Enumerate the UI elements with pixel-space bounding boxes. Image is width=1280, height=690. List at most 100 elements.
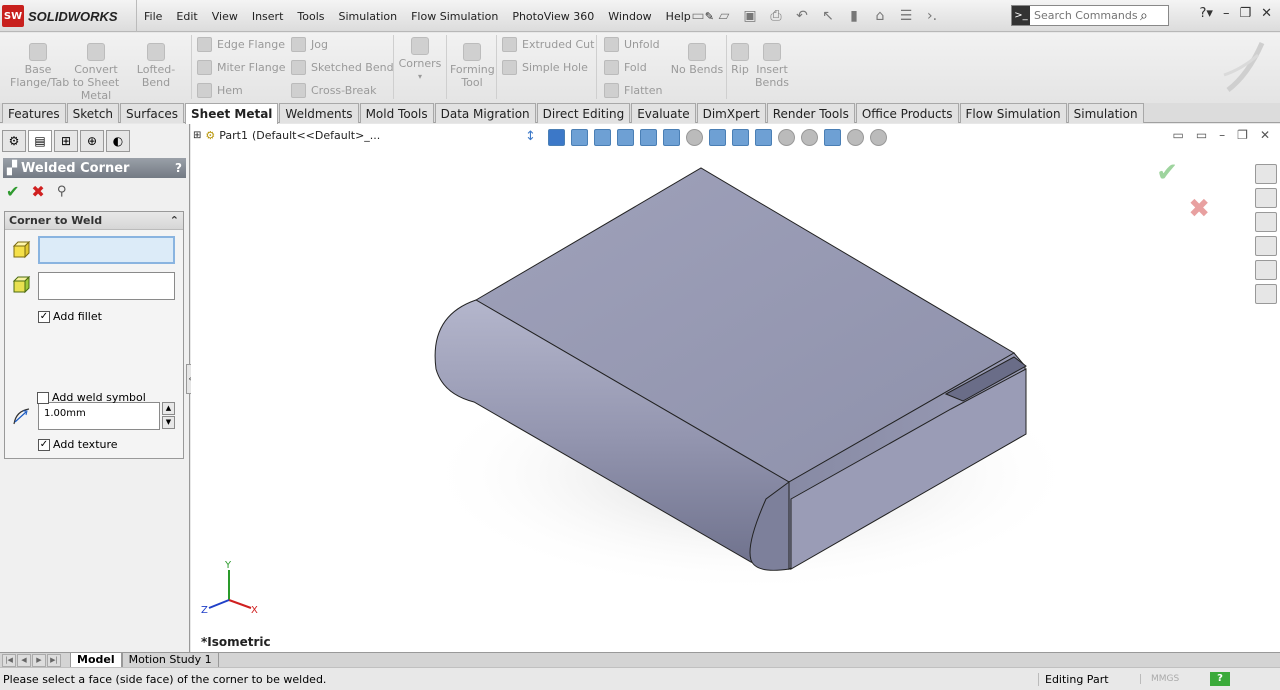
sketched-bend-button[interactable]: Sketched Bend — [291, 60, 394, 75]
fillet-radius-input[interactable]: 1.00mm — [38, 402, 160, 430]
menu-file[interactable]: File — [137, 10, 169, 23]
unfold-button[interactable]: Unfold — [604, 37, 660, 52]
feature-manager-tab-icon[interactable]: ⚙ — [2, 130, 26, 152]
terminal-icon[interactable]: >_ — [1012, 6, 1030, 25]
unit-system[interactable]: MMGS — [1140, 674, 1210, 684]
menu-items: File Edit View Insert Tools Simulation F… — [136, 0, 721, 32]
jog-button[interactable]: Jog — [291, 37, 328, 52]
miter-flange-button[interactable]: Miter Flange — [197, 60, 286, 75]
minimize-icon[interactable]: – — [1223, 6, 1230, 21]
corners-button[interactable]: Corners ▾ — [398, 37, 442, 83]
tab-dimxpert[interactable]: DimXpert — [696, 103, 766, 123]
corner-face-selection-box[interactable] — [38, 236, 175, 264]
no-bends-button[interactable]: No Bends — [670, 43, 724, 76]
tab-evaluate[interactable]: Evaluate — [631, 103, 696, 123]
corners-icon — [411, 37, 429, 55]
collapse-icon[interactable]: ⌃ — [170, 214, 179, 227]
tab-surfaces[interactable]: Surfaces — [120, 103, 185, 123]
forming-tool-button[interactable]: Forming Tool — [450, 43, 495, 89]
first-tab-icon[interactable]: |◀ — [2, 653, 16, 667]
fold-button[interactable]: Fold — [604, 60, 647, 75]
tab-sketch[interactable]: Sketch — [66, 103, 120, 123]
tab-data-migration[interactable]: Data Migration — [434, 103, 536, 123]
spin-down-icon[interactable]: ▼ — [162, 416, 175, 429]
menu-photoview[interactable]: PhotoView 360 — [505, 10, 601, 23]
ok-icon[interactable]: ✔ — [6, 182, 19, 201]
stop-face-selection-box[interactable] — [38, 272, 175, 300]
cancel-icon[interactable]: ✖ — [31, 182, 44, 201]
corners-dropdown-icon[interactable]: ▾ — [398, 70, 442, 83]
add-texture-check[interactable]: ✓ — [38, 438, 50, 451]
extruded-cut-button[interactable]: Extruded Cut — [502, 37, 594, 52]
cross-break-button[interactable]: Cross-Break — [291, 83, 376, 98]
tab-office-products[interactable]: Office Products — [855, 103, 959, 123]
lofted-bend-button[interactable]: Lofted-Bend — [124, 43, 188, 89]
add-weld-symbol-check[interactable] — [37, 391, 49, 404]
file-properties-icon[interactable]: ⌂ — [870, 6, 890, 26]
new-document-icon[interactable]: ▭ — [688, 6, 708, 26]
add-weld-symbol-checkbox[interactable]: Add weld symbol — [37, 391, 146, 404]
solidworks-logo[interactable]: SW SOLIDWORKS — [2, 4, 130, 28]
dimxpert-manager-tab-icon[interactable]: ⊕ — [80, 130, 104, 152]
tab-direct-editing[interactable]: Direct Editing — [536, 103, 631, 123]
select-icon[interactable]: ↖ — [818, 6, 838, 26]
graphics-area[interactable]: ⊞ ⚙ Part1 (Default<<Default>_... ↕ ▭ ▭ –… — [191, 124, 1280, 652]
pushpin-icon[interactable]: ⚲ — [57, 184, 67, 199]
tab-flow-simulation[interactable]: Flow Simulation — [959, 103, 1067, 123]
undo-icon[interactable]: ↶ — [792, 6, 812, 26]
base-flange-button[interactable]: Base Flange/Tab — [10, 43, 69, 89]
quick-access-toolbar: ▭ ▱ ▣ ⎙ ↶ ↖ ▮ ⌂ ☰ ›. — [688, 6, 942, 26]
menu-view[interactable]: View — [205, 10, 245, 23]
search-icon[interactable]: ⌕ — [1140, 8, 1148, 24]
menu-flow-simulation[interactable]: Flow Simulation — [404, 10, 505, 23]
sheet-metal-part-model[interactable] — [191, 124, 1280, 652]
unfold-label: Unfold — [624, 38, 660, 51]
add-fillet-checkbox[interactable]: ✓ Add fillet — [38, 310, 102, 323]
more-icon[interactable]: ›. — [922, 6, 942, 26]
manager-tabs: ⚙ ▤ ⊞ ⊕ ◐ — [0, 124, 189, 154]
tab-render-tools[interactable]: Render Tools — [766, 103, 855, 123]
tab-simulation[interactable]: Simulation — [1067, 103, 1144, 123]
spin-up-icon[interactable]: ▲ — [162, 402, 175, 415]
add-fillet-check[interactable]: ✓ — [38, 310, 50, 323]
menu-window[interactable]: Window — [601, 10, 658, 23]
tab-features[interactable]: Features — [2, 103, 66, 123]
group-header[interactable]: Corner to Weld ⌃ — [5, 212, 183, 230]
help-icon[interactable]: ?▾ — [1200, 6, 1213, 21]
help-button[interactable]: ? — [175, 161, 182, 175]
quick-tips-help-icon[interactable]: ? — [1210, 672, 1230, 686]
menu-edit[interactable]: Edit — [169, 10, 204, 23]
tab-model[interactable]: Model — [70, 652, 122, 668]
next-tab-icon[interactable]: ▶ — [32, 653, 46, 667]
options-icon[interactable]: ☰ — [896, 6, 916, 26]
save-icon[interactable]: ▣ — [740, 6, 760, 26]
last-tab-icon[interactable]: ▶| — [47, 653, 61, 667]
configuration-manager-tab-icon[interactable]: ⊞ — [54, 130, 78, 152]
edge-flange-button[interactable]: Edge Flange — [197, 37, 285, 52]
menu-insert[interactable]: Insert — [245, 10, 291, 23]
property-manager-tab-icon[interactable]: ▤ — [28, 130, 52, 152]
tab-motion-study-1[interactable]: Motion Study 1 — [121, 652, 219, 668]
convert-to-sheet-metal-button[interactable]: Convert to Sheet Metal — [70, 43, 122, 102]
tab-mold-tools[interactable]: Mold Tools — [359, 103, 434, 123]
close-icon[interactable]: ✕ — [1261, 6, 1272, 21]
tab-sheet-metal[interactable]: Sheet Metal — [185, 103, 279, 124]
hem-button[interactable]: Hem — [197, 83, 243, 98]
rip-label: Rip — [731, 63, 749, 76]
simple-hole-button[interactable]: Simple Hole — [502, 60, 588, 75]
insert-bends-button[interactable]: Insert Bends — [754, 43, 790, 89]
open-icon[interactable]: ▱ — [714, 6, 734, 26]
fold-label: Fold — [624, 61, 647, 74]
rebuild-icon[interactable]: ▮ — [844, 6, 864, 26]
print-icon[interactable]: ⎙ — [766, 6, 786, 26]
flatten-button[interactable]: Flatten — [604, 83, 663, 98]
display-manager-tab-icon[interactable]: ◐ — [106, 130, 130, 152]
tab-weldments[interactable]: Weldments — [279, 103, 359, 123]
search-input[interactable] — [1030, 9, 1140, 22]
menu-tools[interactable]: Tools — [290, 10, 331, 23]
rip-button[interactable]: Rip — [729, 43, 751, 76]
add-texture-checkbox[interactable]: ✓ Add texture — [38, 438, 118, 451]
prev-tab-icon[interactable]: ◀ — [17, 653, 31, 667]
menu-simulation[interactable]: Simulation — [332, 10, 405, 23]
restore-icon[interactable]: ❐ — [1239, 6, 1251, 21]
